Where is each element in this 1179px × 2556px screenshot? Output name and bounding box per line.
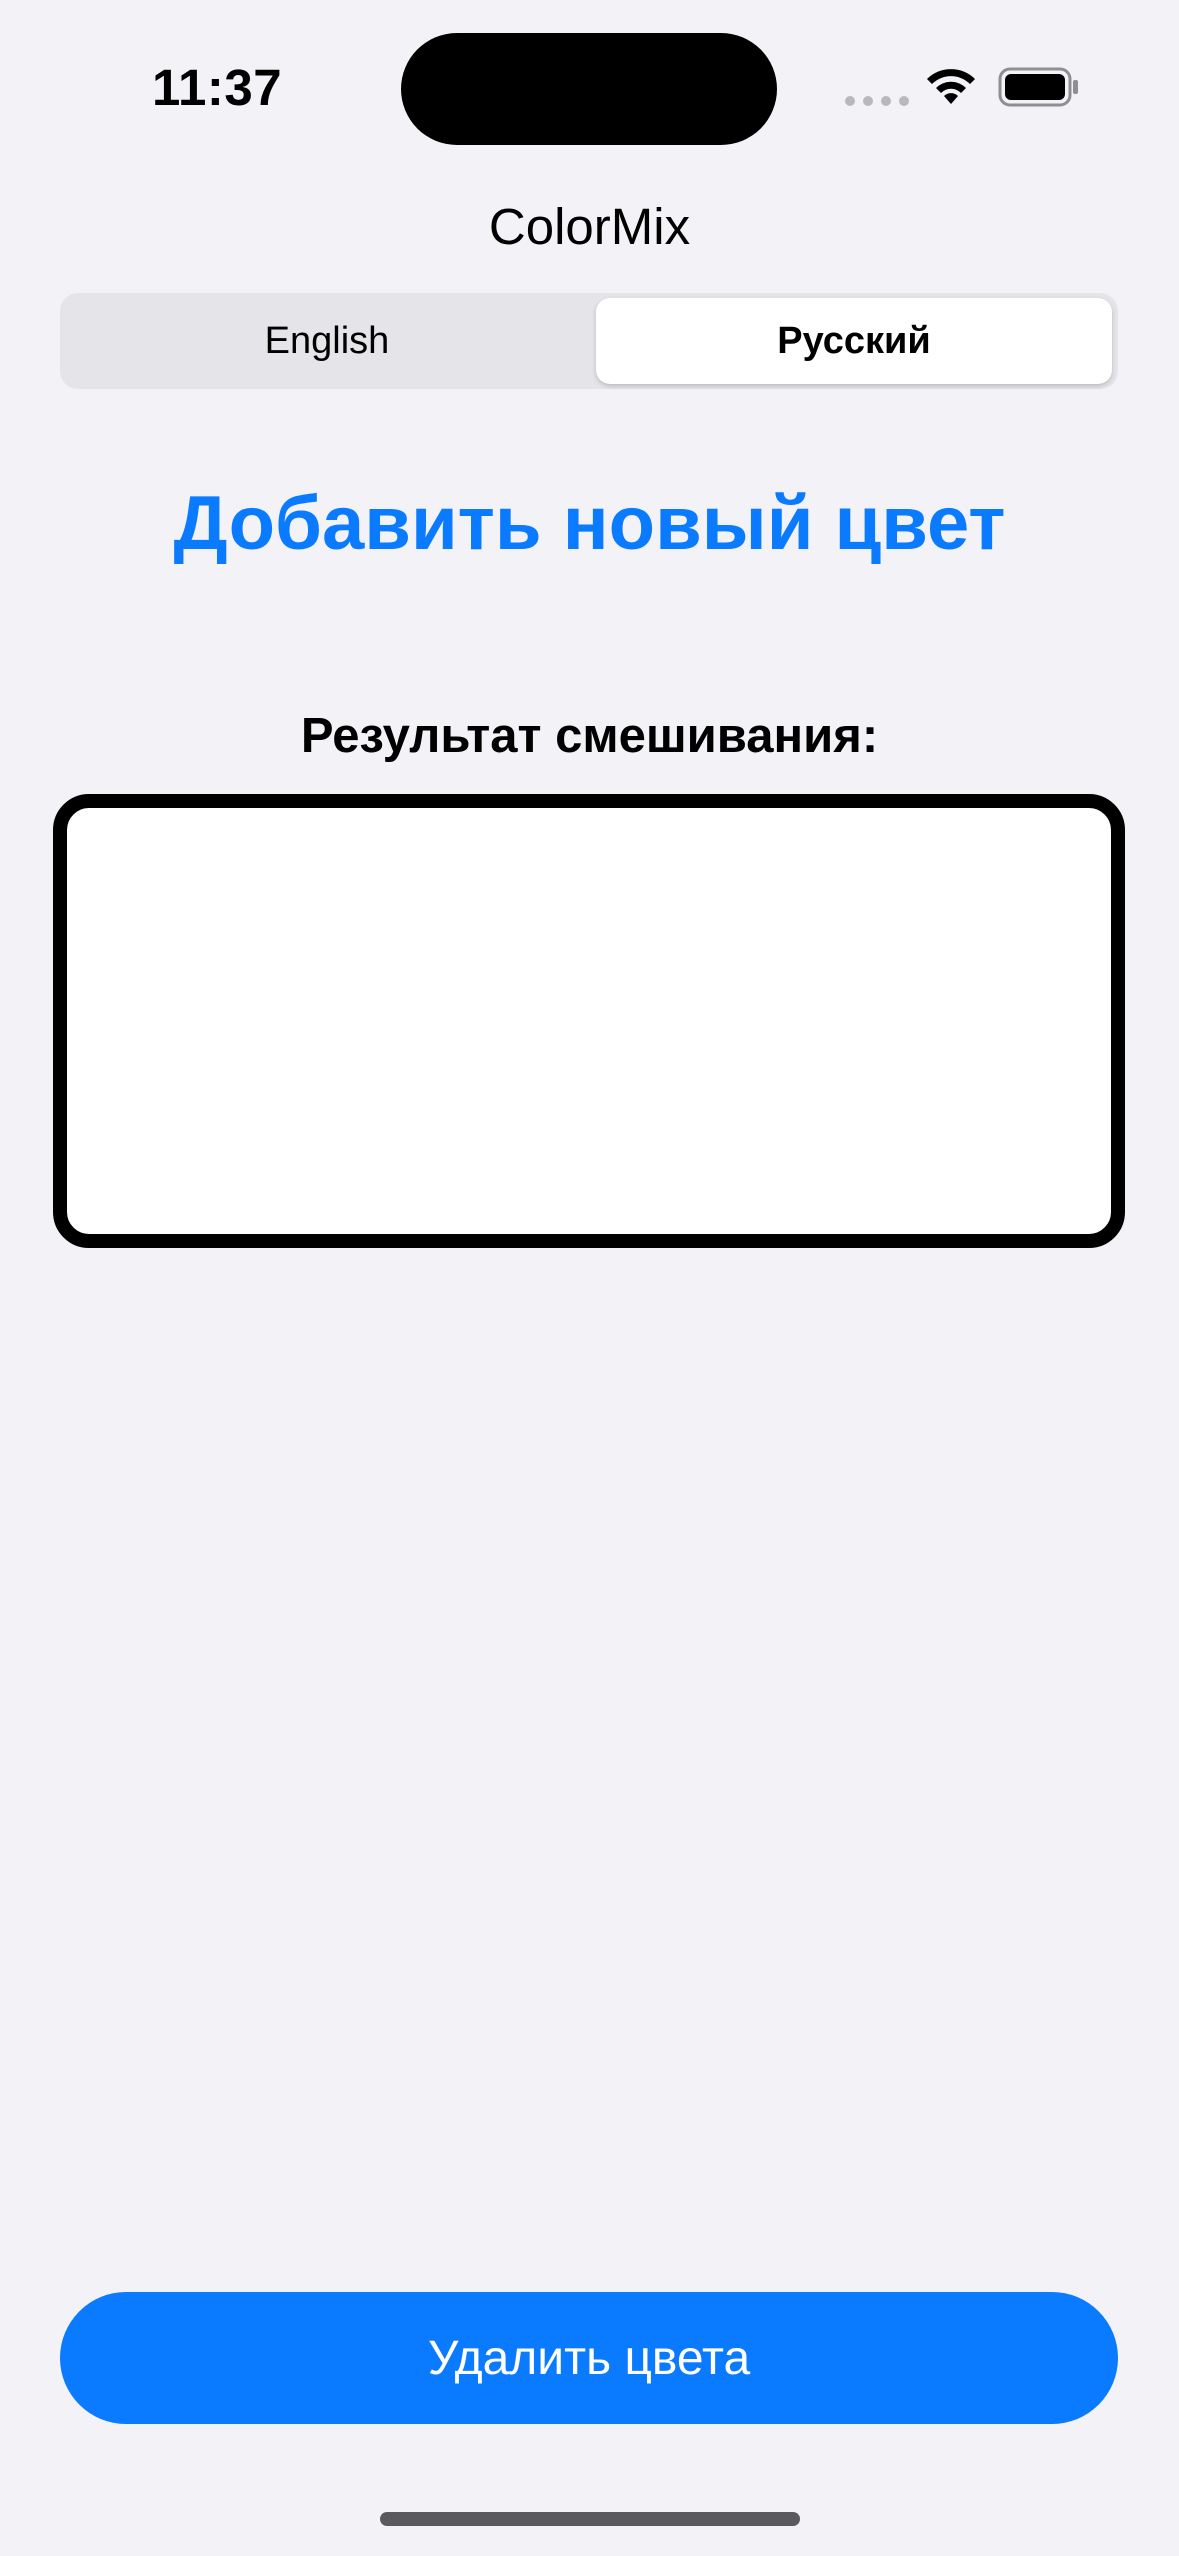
dynamic-island [401, 33, 777, 145]
result-label: Результат смешивания: [300, 709, 879, 763]
battery-icon [998, 67, 1078, 107]
segment-russian[interactable]: Русский [596, 298, 1112, 384]
status-time: 11:37 [152, 59, 283, 116]
app-title: ColorMix [488, 198, 691, 255]
result-color-preview [53, 794, 1125, 1248]
home-indicator[interactable] [380, 2512, 800, 2526]
language-segmented-control: English Русский [60, 293, 1118, 389]
delete-colors-button[interactable]: Удалить цвета [60, 2292, 1118, 2424]
wifi-icon [927, 69, 975, 104]
segment-english[interactable]: English [66, 298, 588, 384]
signal-dots-icon [845, 96, 909, 106]
add-color-button[interactable]: Добавить новый цвет [0, 478, 1179, 570]
